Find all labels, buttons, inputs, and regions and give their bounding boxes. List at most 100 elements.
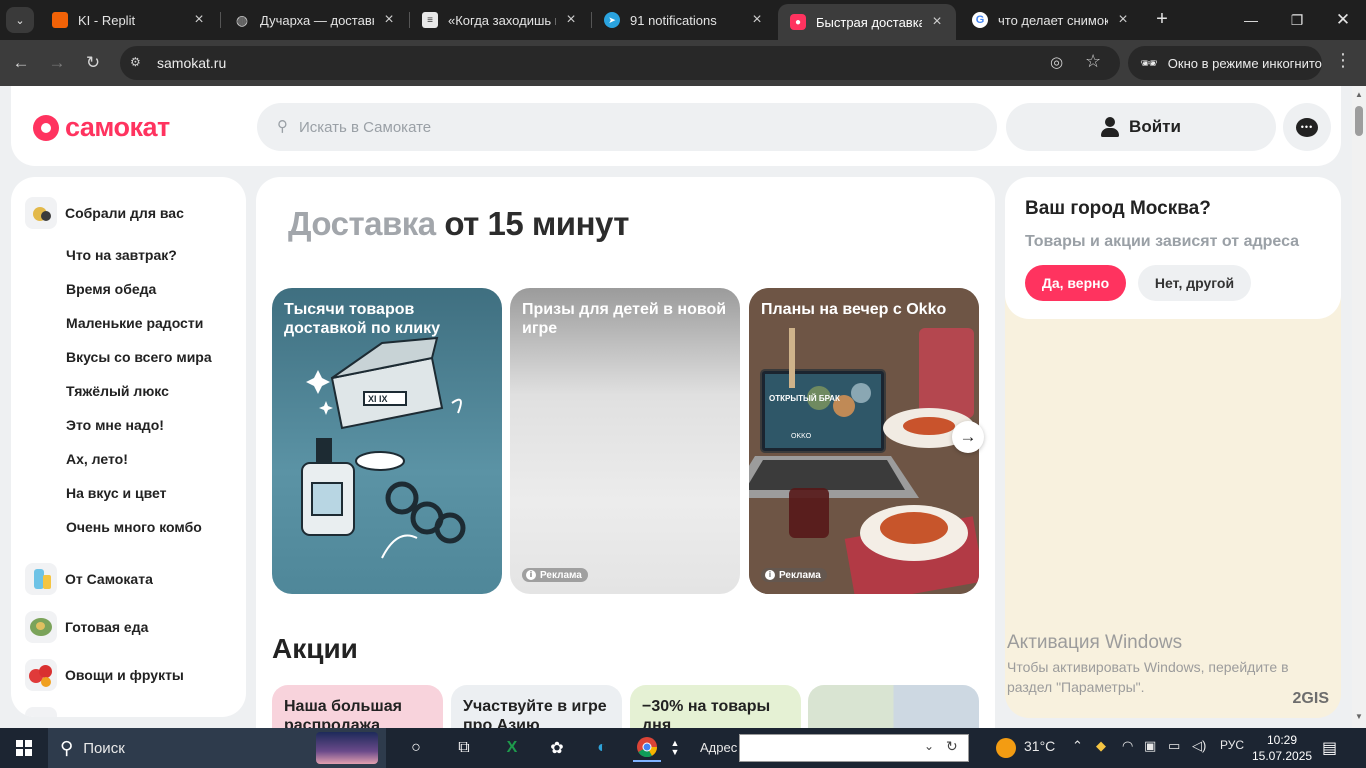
sidebar-item-samokat[interactable]: От Самоката — [25, 563, 153, 595]
close-icon[interactable]: × — [380, 11, 398, 29]
samokat-logo[interactable]: самокат — [33, 112, 170, 143]
tracking-blocked-icon[interactable]: ◎ — [1050, 53, 1063, 71]
restore-button[interactable]: ❐ — [1274, 6, 1320, 34]
title-grey-part: Доставка — [288, 205, 436, 242]
login-button[interactable]: Войти — [1006, 103, 1276, 151]
sidebar-subitem[interactable]: Очень много комбо — [66, 519, 202, 535]
cortana-icon[interactable]: ○ — [402, 734, 430, 762]
promo-card-text: −30% на товары дня — [642, 698, 771, 728]
page-scrollbar[interactable]: ▲ ▼ — [1352, 86, 1366, 728]
sidebar-subitem[interactable]: Время обеда — [66, 281, 156, 297]
excel-icon[interactable]: X — [498, 734, 526, 762]
edge-icon[interactable]: ◐ — [588, 734, 616, 762]
address-bar[interactable]: ⚙ samokat.ru ◎ ☆ — [120, 46, 1120, 80]
volume-icon[interactable]: ◁) — [1192, 738, 1206, 754]
scrollbar-thumb[interactable] — [1355, 106, 1363, 136]
search-icon: ⚲ — [277, 118, 288, 135]
tab-telegram[interactable]: ➤ 91 notifications × — [592, 4, 776, 36]
chrome-icon[interactable] — [633, 734, 661, 762]
address-toolbar-input[interactable]: ⌄ ↻ — [739, 734, 969, 762]
sidebar-subitem[interactable]: Ах, лето! — [66, 451, 128, 467]
collected-thumbnail — [25, 197, 57, 229]
user-icon — [1101, 117, 1120, 137]
search-input[interactable] — [299, 103, 979, 151]
sidebar-subitem[interactable]: Маленькие радости — [66, 315, 203, 331]
temperature[interactable]: 31°C — [1024, 738, 1055, 754]
sidebar-subitem[interactable]: На вкус и цвет — [66, 485, 167, 501]
reload-button[interactable]: ↻ — [80, 50, 106, 76]
minimize-button[interactable]: — — [1228, 6, 1274, 34]
back-button[interactable]: ← — [8, 50, 34, 76]
tray-expand-icon[interactable]: ⌃ — [1072, 738, 1083, 754]
vegetables-thumbnail — [25, 659, 57, 691]
tab-search-button[interactable]: ⌄ — [6, 7, 34, 33]
promo-card-image[interactable] — [808, 685, 979, 728]
tab-article[interactable]: ≡ «Когда заходишь в с × — [410, 4, 590, 36]
taskbar-scroll-icon[interactable]: ▲ ▼ — [668, 734, 682, 762]
sidebar-item-vegetables[interactable]: Овощи и фрукты — [25, 659, 184, 691]
banner-title: Призы для детей в новой игре — [522, 301, 727, 337]
sidebar-item-label: Готовая еда — [65, 619, 149, 635]
banner-okko[interactable]: ОТКРЫТЫЙ БРАК OKKO Планы на вечер с Okko… — [749, 288, 979, 594]
google-icon: G — [972, 12, 988, 28]
banner-catalog[interactable]: Тысячи товаров доставкой по клику XI IX — [272, 288, 502, 594]
scroll-down-icon[interactable]: ▼ — [1355, 712, 1363, 721]
photos-icon[interactable]: ✿ — [543, 734, 571, 762]
banner-title: Планы на вечер с Okko — [761, 301, 947, 318]
site-settings-icon[interactable]: ⚙ — [130, 55, 146, 71]
ad-badge: i Реклама — [761, 568, 827, 582]
url-text: samokat.ru — [157, 55, 227, 71]
go-icon[interactable]: ↻ — [946, 738, 958, 755]
weather-icon[interactable] — [996, 738, 1016, 758]
close-icon[interactable]: × — [928, 13, 946, 31]
close-icon[interactable]: × — [562, 11, 580, 29]
change-city-button[interactable]: Нет, другой — [1138, 265, 1251, 301]
chevron-down-icon[interactable]: ⌄ — [924, 739, 934, 753]
sidebar-item-collected[interactable]: Собрали для вас — [25, 197, 184, 229]
sidebar-subitem[interactable]: Вкусы со всего мира — [66, 349, 212, 365]
browser-menu-icon[interactable]: ⋮ — [1330, 50, 1356, 71]
tab-samokat[interactable]: ● Быстрая доставка пр × — [778, 4, 956, 40]
close-window-button[interactable]: ✕ — [1320, 6, 1366, 34]
device-icon[interactable]: ▣ — [1144, 738, 1156, 754]
security-icon[interactable]: ◆ — [1096, 738, 1106, 754]
promo-card-discount[interactable]: −30% на товары дня — [630, 685, 801, 728]
task-view-icon[interactable]: ⧉ — [450, 734, 478, 762]
clock[interactable]: 10:29 15.07.2025 — [1252, 732, 1312, 764]
tab-replit[interactable]: KI - Replit × — [40, 4, 218, 36]
city-confirm-card: Ваш город Москва? Товары и акции зависят… — [1005, 177, 1341, 319]
carousel-next-button[interactable]: → — [952, 421, 984, 453]
close-icon[interactable]: × — [748, 11, 766, 29]
battery-icon[interactable]: ▭ — [1168, 738, 1180, 754]
next-category-thumbnail — [25, 707, 57, 717]
tab-divider — [220, 12, 221, 28]
tab-google[interactable]: G что делает снимок э × — [960, 4, 1142, 36]
sidebar-item-next[interactable] — [25, 707, 65, 717]
taskbar-search[interactable]: ⚲ Поиск — [48, 728, 386, 768]
close-icon[interactable]: × — [1114, 11, 1132, 29]
bookmark-star-icon[interactable]: ☆ — [1085, 51, 1101, 72]
sidebar-subitem[interactable]: Тяжёлый люкс — [66, 383, 169, 399]
new-tab-button[interactable]: + — [1150, 8, 1174, 32]
watermark-title: Активация Windows — [1007, 632, 1183, 653]
sidebar-item-ready-food[interactable]: Готовая еда — [25, 611, 148, 643]
windows-activation-watermark: Активация Windows Чтобы активировать Win… — [1007, 632, 1327, 697]
banner-kids-game[interactable]: Призы для детей в новой игре i Реклама — [510, 288, 740, 594]
wifi-icon[interactable]: ◠ — [1122, 738, 1133, 754]
tab-ducharkha[interactable]: ◍ Дучарха — доставка × — [222, 4, 408, 36]
forward-button[interactable]: → — [44, 50, 70, 76]
start-button[interactable] — [0, 728, 48, 768]
sidebar-subitem[interactable]: Что на завтрак? — [66, 247, 177, 263]
search-highlight-image — [316, 732, 378, 764]
notifications-icon[interactable]: ▤ — [1322, 738, 1337, 758]
scroll-up-icon[interactable]: ▲ — [1355, 90, 1363, 99]
promo-card-sale[interactable]: Наша большая распродажа — [272, 685, 443, 728]
incognito-indicator[interactable]: 🕶 Окно в режиме инкогнито — [1128, 46, 1322, 80]
language-indicator[interactable]: РУС — [1220, 738, 1244, 752]
close-icon[interactable]: × — [190, 11, 208, 29]
support-chat-button[interactable]: ••• — [1283, 103, 1331, 151]
promo-card-asia[interactable]: Участвуйте в игре про Азию — [451, 685, 622, 728]
confirm-city-button[interactable]: Да, верно — [1025, 265, 1126, 301]
sidebar-subitem[interactable]: Это мне надо! — [66, 417, 164, 433]
samokat-products-thumbnail — [25, 563, 57, 595]
